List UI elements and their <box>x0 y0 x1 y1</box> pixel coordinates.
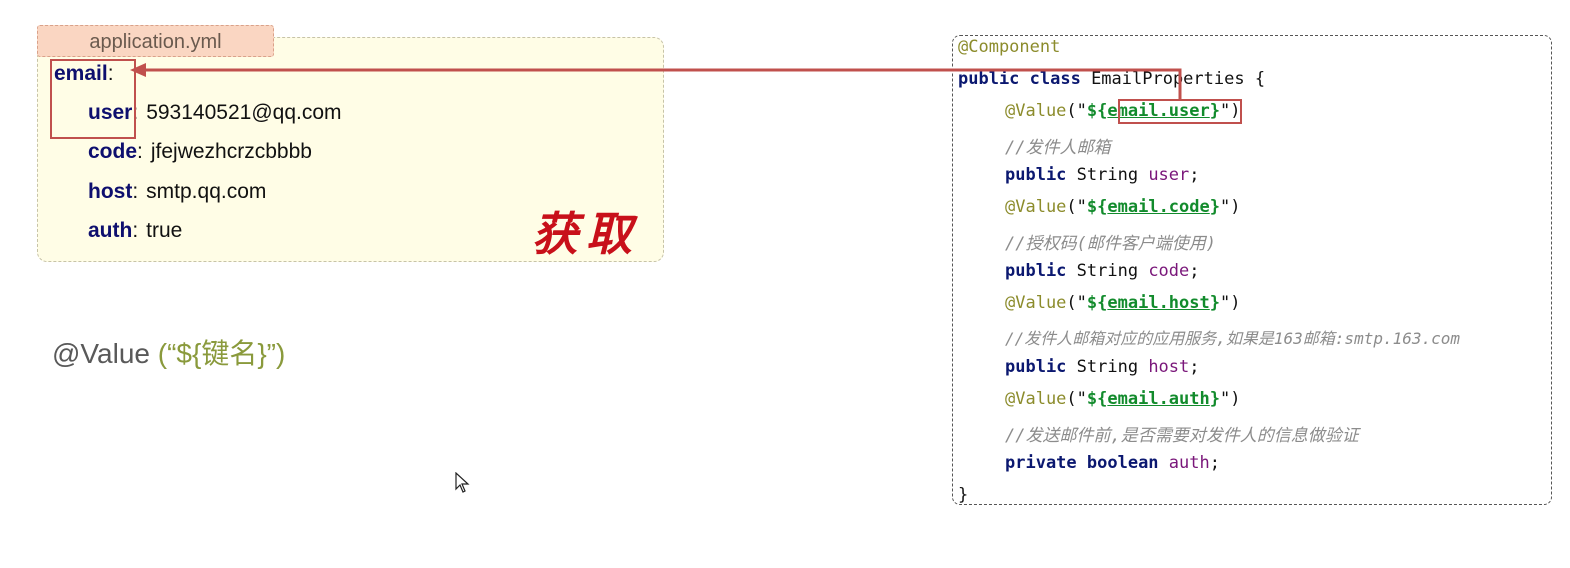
mouse-cursor-icon <box>455 472 470 493</box>
connector-arrow <box>130 63 1182 99</box>
